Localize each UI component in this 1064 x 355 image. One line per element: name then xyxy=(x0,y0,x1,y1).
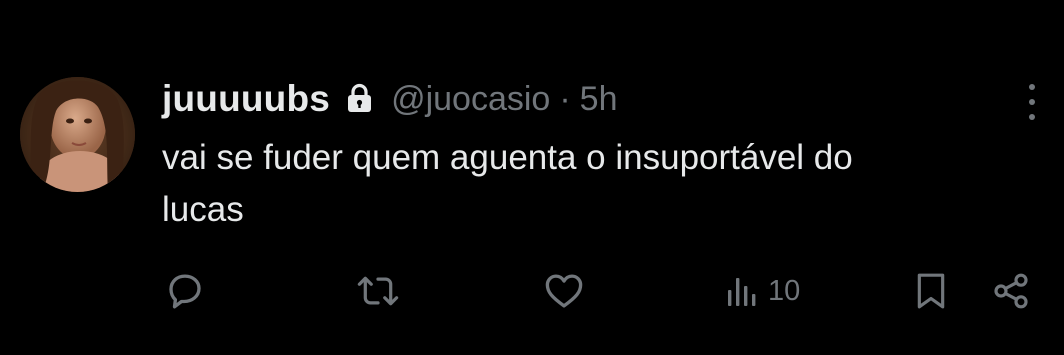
views-bars-icon xyxy=(726,274,762,308)
tweet-text-line: vai se fuder quem aguenta o insuportável… xyxy=(162,138,853,177)
retweet-icon xyxy=(356,270,400,312)
tweet-header: juuuuubs @juocasio · 5h xyxy=(162,74,618,124)
more-options-button[interactable] xyxy=(1022,82,1042,122)
heart-icon xyxy=(542,270,586,312)
lock-icon xyxy=(346,83,373,113)
handle[interactable]: @juocasio xyxy=(391,80,550,119)
share-button[interactable] xyxy=(991,268,1031,314)
reply-icon xyxy=(164,270,206,312)
like-button[interactable] xyxy=(542,268,586,314)
more-vertical-icon xyxy=(1029,84,1035,90)
reply-button[interactable] xyxy=(164,268,206,314)
views-button[interactable]: 10 xyxy=(726,268,800,314)
more-vertical-icon-dot xyxy=(1029,114,1035,120)
share-icon xyxy=(991,271,1031,311)
separator-dot: · xyxy=(559,79,571,118)
tweet-text-line: lucas xyxy=(162,190,244,229)
bookmark-icon xyxy=(914,271,948,311)
avatar[interactable] xyxy=(20,77,135,192)
more-vertical-icon-dot xyxy=(1029,99,1035,105)
timestamp[interactable]: 5h xyxy=(580,80,618,119)
views-count: 10 xyxy=(768,274,801,307)
display-name[interactable]: juuuuubs xyxy=(162,78,330,120)
bookmark-button[interactable] xyxy=(914,268,948,314)
tweet-text: vai se fuder quem aguenta o insuportável… xyxy=(162,132,1022,236)
retweet-button[interactable] xyxy=(356,268,400,314)
